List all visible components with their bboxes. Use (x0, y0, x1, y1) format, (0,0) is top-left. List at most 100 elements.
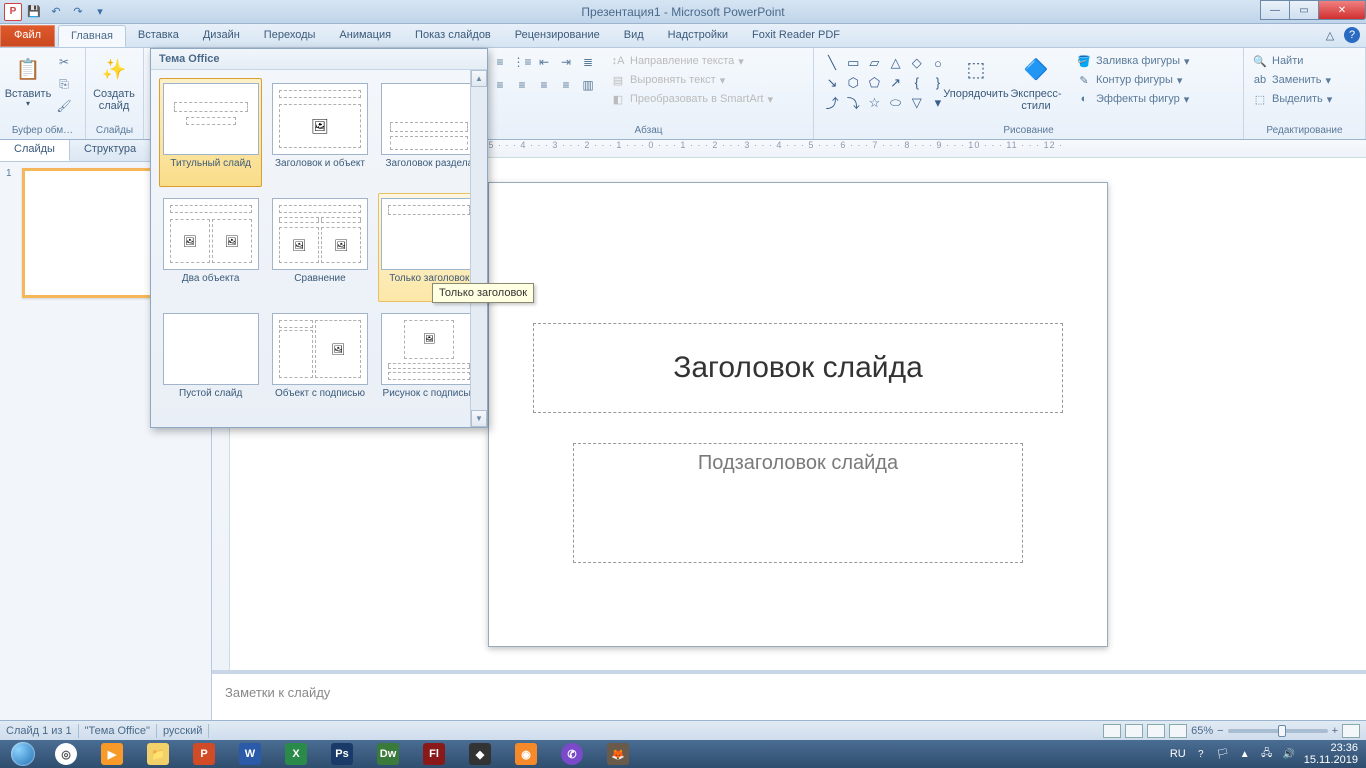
format-painter-icon[interactable]: 🖌 (54, 96, 74, 116)
tab-addins[interactable]: Надстройки (656, 25, 740, 47)
convert-smartart-button[interactable]: ◧Преобразовать в SmartArt ▾ (608, 90, 775, 108)
shape-fill-button[interactable]: 🪣Заливка фигуры ▾ (1074, 52, 1192, 70)
tab-insert[interactable]: Вставка (126, 25, 191, 47)
scroll-down-icon[interactable]: ▼ (471, 410, 487, 427)
taskbar-word[interactable]: W (228, 742, 272, 766)
taskbar-explorer[interactable]: 📁 (136, 742, 180, 766)
undo-icon[interactable]: ↶ (46, 2, 66, 22)
taskbar-mediaplayer[interactable]: ▶ (90, 742, 134, 766)
taskbar-viber[interactable]: ✆ (550, 742, 594, 766)
find-button[interactable]: 🔍Найти (1250, 52, 1334, 70)
tab-animations[interactable]: Анимация (327, 25, 403, 47)
shape-effects-button[interactable]: ◐Эффекты фигур ▾ (1074, 90, 1192, 108)
taskbar-flash[interactable]: Fl (412, 742, 456, 766)
shape-outline-button[interactable]: ✎Контур фигуры ▾ (1074, 71, 1192, 89)
gallery-scrollbar[interactable]: ▲ ▼ (470, 70, 487, 427)
layout-item-content-caption[interactable]: 🖼 Объект с подписью (268, 308, 371, 417)
text-direction-button[interactable]: ↕AНаправление текста ▾ (608, 52, 775, 70)
reading-view-icon[interactable] (1147, 724, 1165, 738)
redo-icon[interactable]: ↷ (68, 2, 88, 22)
status-language[interactable]: русский (163, 725, 202, 737)
align-text-button[interactable]: ▤Выровнять текст ▾ (608, 71, 775, 89)
taskbar-powerpoint[interactable]: P (182, 742, 226, 766)
paste-button[interactable]: 📋 Вставить ▾ (6, 52, 50, 111)
taskbar-chrome[interactable]: ◎ (44, 742, 88, 766)
tab-outline-pane[interactable]: Структура (70, 140, 151, 161)
tray-up-icon[interactable]: ▲ (1238, 747, 1252, 761)
tab-slideshow[interactable]: Показ слайдов (403, 25, 503, 47)
layout-item-title-content[interactable]: 🖼 Заголовок и объект (268, 78, 371, 187)
numbering-icon[interactable]: ⋮≡ (512, 52, 532, 72)
layout-item-title-slide[interactable]: Титульный слайд (159, 78, 262, 187)
tab-foxit[interactable]: Foxit Reader PDF (740, 25, 852, 47)
close-button[interactable]: ✕ (1318, 0, 1366, 20)
replace-button[interactable]: abЗаменить ▾ (1250, 71, 1334, 89)
start-button[interactable] (4, 740, 42, 768)
columns-icon[interactable]: ▥ (578, 75, 598, 95)
thumbnail-number: 1 (6, 168, 18, 298)
app-icon[interactable]: P (4, 3, 22, 21)
tab-home[interactable]: Главная (58, 25, 126, 47)
align-left-icon[interactable]: ≡ (490, 75, 510, 95)
taskbar-photoshop[interactable]: Ps (320, 742, 364, 766)
shapes-gallery[interactable]: ╲▭▱△◇○ ↘⬡⬠↗{} ⤴⤵☆⬭▽▾ (820, 52, 950, 114)
layout-item-section-header[interactable]: Заголовок раздела (378, 78, 481, 187)
help-icon[interactable]: ? (1344, 27, 1360, 43)
tray-lang[interactable]: RU (1170, 748, 1186, 760)
tab-review[interactable]: Рецензирование (503, 25, 612, 47)
restore-button[interactable]: ▭ (1289, 0, 1319, 20)
taskbar-foxit[interactable]: ◉ (504, 742, 548, 766)
justify-icon[interactable]: ≡ (556, 75, 576, 95)
zoom-out-icon[interactable]: − (1217, 725, 1223, 737)
tab-slides-pane[interactable]: Слайды (0, 140, 70, 161)
layout-item-picture-caption[interactable]: 🖼 Рисунок с подписью (378, 308, 481, 417)
tray-network-icon[interactable]: 🖧 (1260, 747, 1274, 761)
select-button[interactable]: ⬚Выделить ▾ (1250, 90, 1334, 108)
title-placeholder[interactable]: Заголовок слайда (533, 323, 1063, 413)
align-center-icon[interactable]: ≡ (512, 75, 532, 95)
sorter-view-icon[interactable] (1125, 724, 1143, 738)
align-right-icon[interactable]: ≡ (534, 75, 554, 95)
arrange-button[interactable]: ⬚ Упорядочить (954, 52, 998, 102)
tab-design[interactable]: Дизайн (191, 25, 252, 47)
minimize-button[interactable]: — (1260, 0, 1290, 20)
zoom-slider[interactable] (1228, 729, 1328, 733)
notes-input[interactable]: Заметки к слайду (215, 677, 1363, 723)
bullets-icon[interactable]: ≡ (490, 52, 510, 72)
tab-file[interactable]: Файл (0, 25, 55, 47)
layout-item-blank[interactable]: Пустой слайд (159, 308, 262, 417)
tray-clock[interactable]: 23:36 15.11.2019 (1304, 742, 1358, 766)
taskbar-dreamweaver[interactable]: Dw (366, 742, 410, 766)
taskbar-inkscape[interactable]: ◆ (458, 742, 502, 766)
subtitle-placeholder[interactable]: Подзаголовок слайда (573, 443, 1023, 563)
line-spacing-icon[interactable]: ≣ (578, 52, 598, 72)
slide[interactable]: Заголовок слайда Подзаголовок слайда (488, 182, 1108, 647)
scroll-up-icon[interactable]: ▲ (471, 70, 487, 87)
cut-icon[interactable]: ✂ (54, 52, 74, 72)
normal-view-icon[interactable] (1103, 724, 1121, 738)
taskbar: ◎ ▶ 📁 P W X Ps Dw Fl ◆ ◉ ✆ 🦊 RU ? 🏳 ▲ 🖧 … (0, 740, 1366, 768)
ribbon-tabs: Файл Главная Вставка Дизайн Переходы Ани… (0, 24, 1366, 48)
slideshow-view-icon[interactable] (1169, 724, 1187, 738)
minimize-ribbon-icon[interactable]: △ (1322, 27, 1338, 43)
fit-window-icon[interactable] (1342, 724, 1360, 738)
copy-icon[interactable]: ⎘ (54, 74, 74, 94)
layout-item-two-content[interactable]: 🖼🖼 Два объекта (159, 193, 262, 302)
qat-dropdown-icon[interactable]: ▾ (90, 2, 110, 22)
zoom-level[interactable]: 65% (1191, 725, 1213, 737)
increase-indent-icon[interactable]: ⇥ (556, 52, 576, 72)
layout-item-comparison[interactable]: 🖼🖼 Сравнение (268, 193, 371, 302)
save-icon[interactable]: 💾 (24, 2, 44, 22)
quick-styles-button[interactable]: 🔷 Экспресс-стили (1002, 52, 1070, 114)
tab-view[interactable]: Вид (612, 25, 656, 47)
taskbar-gimp[interactable]: 🦊 (596, 742, 640, 766)
tray-volume-icon[interactable]: 🔊 (1282, 747, 1296, 761)
decrease-indent-icon[interactable]: ⇤ (534, 52, 554, 72)
layout-tooltip: Только заголовок (432, 283, 534, 303)
tray-help-icon[interactable]: ? (1194, 747, 1208, 761)
tray-flag-icon[interactable]: 🏳 (1216, 747, 1230, 761)
zoom-in-icon[interactable]: + (1332, 725, 1338, 737)
taskbar-excel[interactable]: X (274, 742, 318, 766)
new-slide-button[interactable]: ✨ Создать слайд (92, 52, 136, 114)
tab-transitions[interactable]: Переходы (252, 25, 328, 47)
